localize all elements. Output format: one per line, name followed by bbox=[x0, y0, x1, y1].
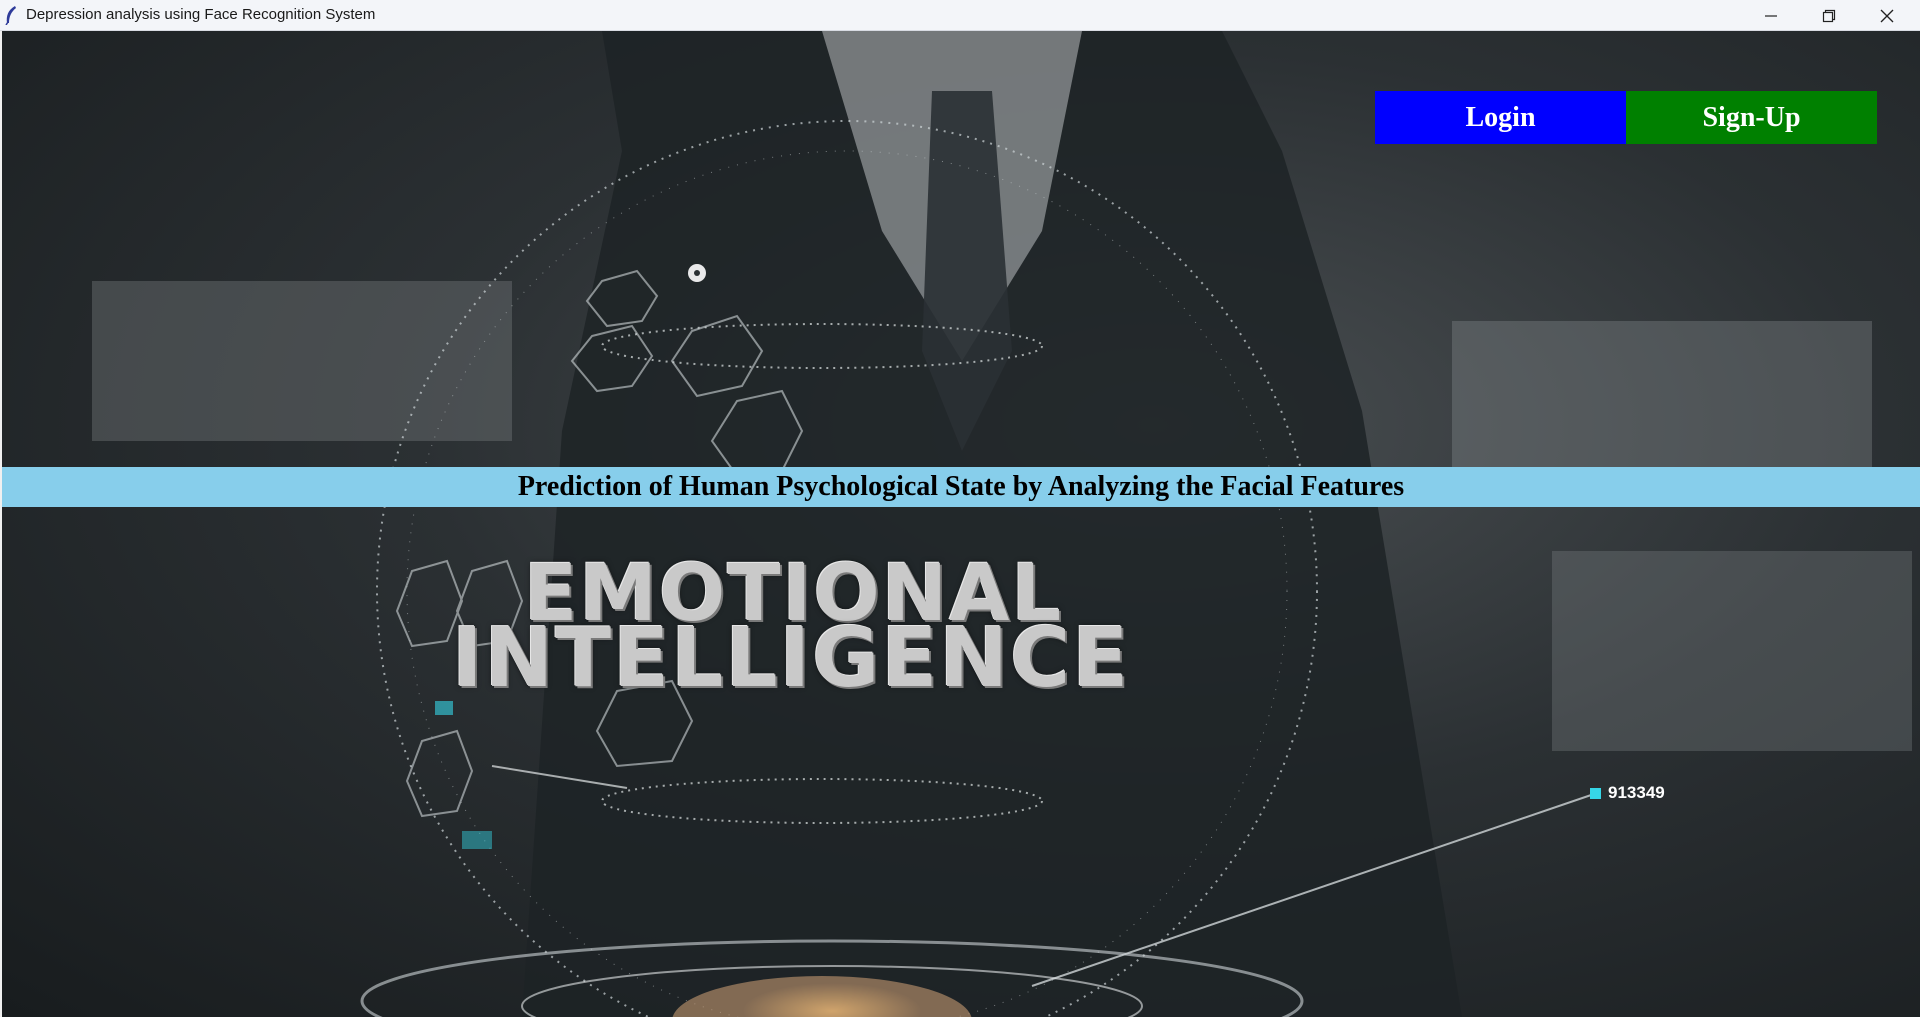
minimize-button[interactable] bbox=[1742, 0, 1800, 31]
data-marker-icon bbox=[1590, 788, 1601, 799]
title-banner: Prediction of Human Psychological State … bbox=[2, 467, 1920, 507]
background-image: EMOTIONAL INTELLIGENCE 913349 Login Sign… bbox=[2, 31, 1920, 1017]
restore-icon bbox=[1822, 9, 1836, 22]
restore-button[interactable] bbox=[1800, 0, 1858, 31]
hologram-artwork bbox=[92, 31, 1912, 1017]
login-button[interactable]: Login bbox=[1375, 91, 1626, 144]
signup-button[interactable]: Sign-Up bbox=[1626, 91, 1877, 144]
window-titlebar: Depression analysis using Face Recogniti… bbox=[0, 0, 1920, 31]
banner-title: Prediction of Human Psychological State … bbox=[517, 471, 1405, 502]
minimize-icon bbox=[1765, 14, 1777, 17]
close-icon bbox=[1880, 9, 1894, 22]
window-title: Depression analysis using Face Recogniti… bbox=[26, 6, 376, 23]
intelligence-text: INTELLIGENCE bbox=[452, 611, 1131, 706]
feather-icon bbox=[4, 5, 18, 26]
close-button[interactable] bbox=[1858, 0, 1916, 31]
data-label: 913349 bbox=[1608, 783, 1665, 802]
